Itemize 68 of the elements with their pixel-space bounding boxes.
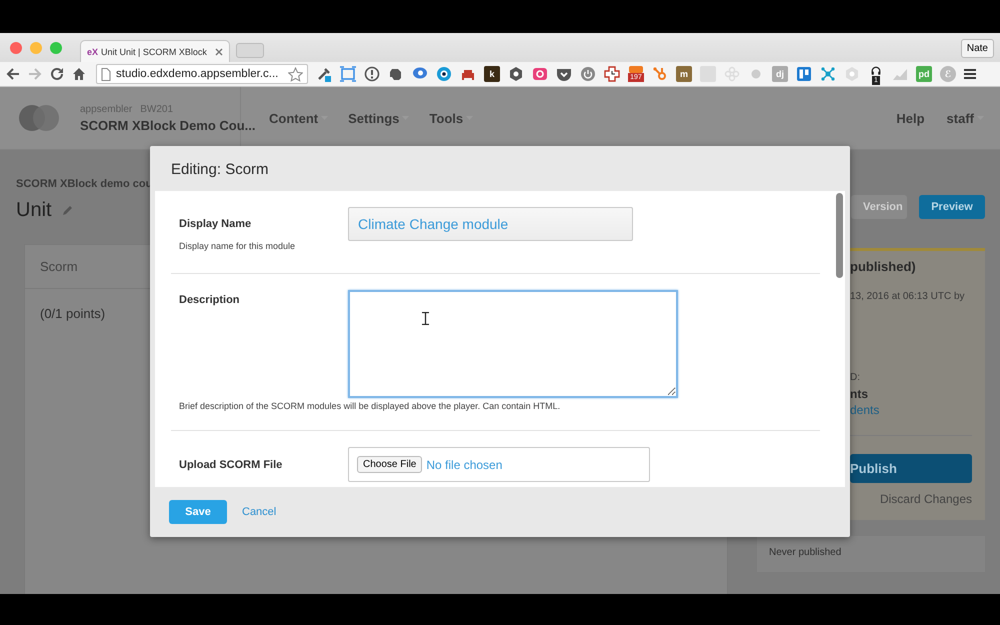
points-text: (0/1 points) — [40, 306, 106, 321]
headphones-icon[interactable] — [869, 66, 883, 76]
info-icon[interactable] — [364, 66, 380, 82]
status-title: published) — [850, 259, 917, 274]
window-control-icon[interactable] — [10, 42, 22, 54]
star-icon[interactable] — [288, 66, 303, 82]
description-field[interactable] — [348, 290, 678, 398]
window-control-icon[interactable] — [50, 42, 62, 54]
hexagon-icon[interactable] — [508, 66, 524, 82]
eye-icon[interactable] — [436, 66, 452, 82]
file-status: No file chosen — [426, 458, 502, 472]
address-bar[interactable]: studio.edxdemo.appsembler.c... — [96, 64, 308, 84]
status-value: nts — [850, 387, 869, 401]
discard-link[interactable]: Discard Changes — [880, 492, 972, 506]
file-field[interactable]: Choose File No file chosen — [348, 447, 650, 482]
status-link[interactable]: dents — [850, 403, 972, 417]
field-label: Display Name — [179, 217, 252, 230]
choose-file-button[interactable]: Choose File — [357, 456, 422, 473]
field-label: Upload SCORM File — [179, 458, 284, 471]
back-icon[interactable] — [6, 67, 20, 81]
nav-menu[interactable]: Settings — [348, 110, 410, 126]
tab-logo: eX — [87, 46, 98, 56]
extension-icon[interactable]: ℰ — [940, 66, 956, 82]
status-label: D: — [850, 372, 861, 383]
input-field[interactable]: Climate Change module — [348, 207, 633, 241]
version-button[interactable]: Version — [851, 195, 907, 219]
sprocket-icon[interactable] — [652, 66, 668, 82]
release-text: Never published — [769, 547, 842, 558]
extension-icon[interactable]: m — [676, 66, 692, 82]
power-icon[interactable] — [580, 66, 596, 82]
profile-button[interactable]: Nate — [960, 39, 994, 58]
extension-icon[interactable] — [629, 66, 643, 73]
camera-icon[interactable] — [532, 66, 548, 82]
pencil-icon[interactable] — [62, 205, 73, 216]
extension-icon[interactable]: k — [484, 66, 500, 82]
publish-button[interactable]: Publish — [850, 454, 972, 483]
close-icon[interactable] — [215, 48, 223, 56]
reload-icon[interactable] — [50, 67, 64, 81]
logo-icon — [18, 104, 60, 132]
text-cursor-icon — [422, 312, 429, 325]
url-text: studio.edxdemo.appsembler.c... — [116, 68, 280, 80]
nav-menu[interactable]: Help — [896, 110, 925, 126]
extension-icon[interactable]: pd — [916, 66, 932, 82]
page-title: Unit — [16, 199, 52, 222]
network-icon[interactable] — [820, 66, 836, 82]
extension-icon[interactable]: dj — [772, 66, 788, 82]
help-text: Brief description of the SCORM modules will be displayed above the player. Can contain HTML. — [179, 401, 562, 411]
field-label: Description — [179, 293, 241, 306]
browser-tab[interactable]: eX Unit Unit | SCORM XBlock — [80, 40, 230, 62]
modal-title: Editing: Scorm — [170, 160, 270, 180]
tab-title: Unit Unit | SCORM XBlock — [101, 46, 208, 56]
page-icon — [101, 68, 111, 80]
preview-button[interactable]: Preview — [919, 195, 985, 219]
course-title[interactable]: SCORM XBlock Demo Cou... — [80, 118, 256, 132]
screen-capture-icon[interactable] — [340, 66, 356, 82]
scrollbar[interactable] — [836, 193, 843, 278]
nav-menu[interactable]: Content — [269, 110, 328, 126]
save-button[interactable]: Save — [169, 500, 227, 524]
board-icon[interactable] — [796, 66, 812, 82]
menu-icon[interactable] — [964, 68, 976, 80]
eyedropper-icon[interactable] — [316, 66, 332, 82]
cancel-link[interactable]: Cancel — [242, 506, 276, 518]
nav-menu[interactable]: Tools — [429, 110, 474, 126]
home-icon[interactable] — [72, 67, 86, 81]
status-text: 13, 2016 at 06:13 UTC by — [850, 291, 966, 302]
pocket-icon[interactable] — [556, 66, 572, 82]
nav-menu[interactable]: staff — [946, 110, 984, 126]
clock-icon[interactable] — [604, 66, 620, 82]
